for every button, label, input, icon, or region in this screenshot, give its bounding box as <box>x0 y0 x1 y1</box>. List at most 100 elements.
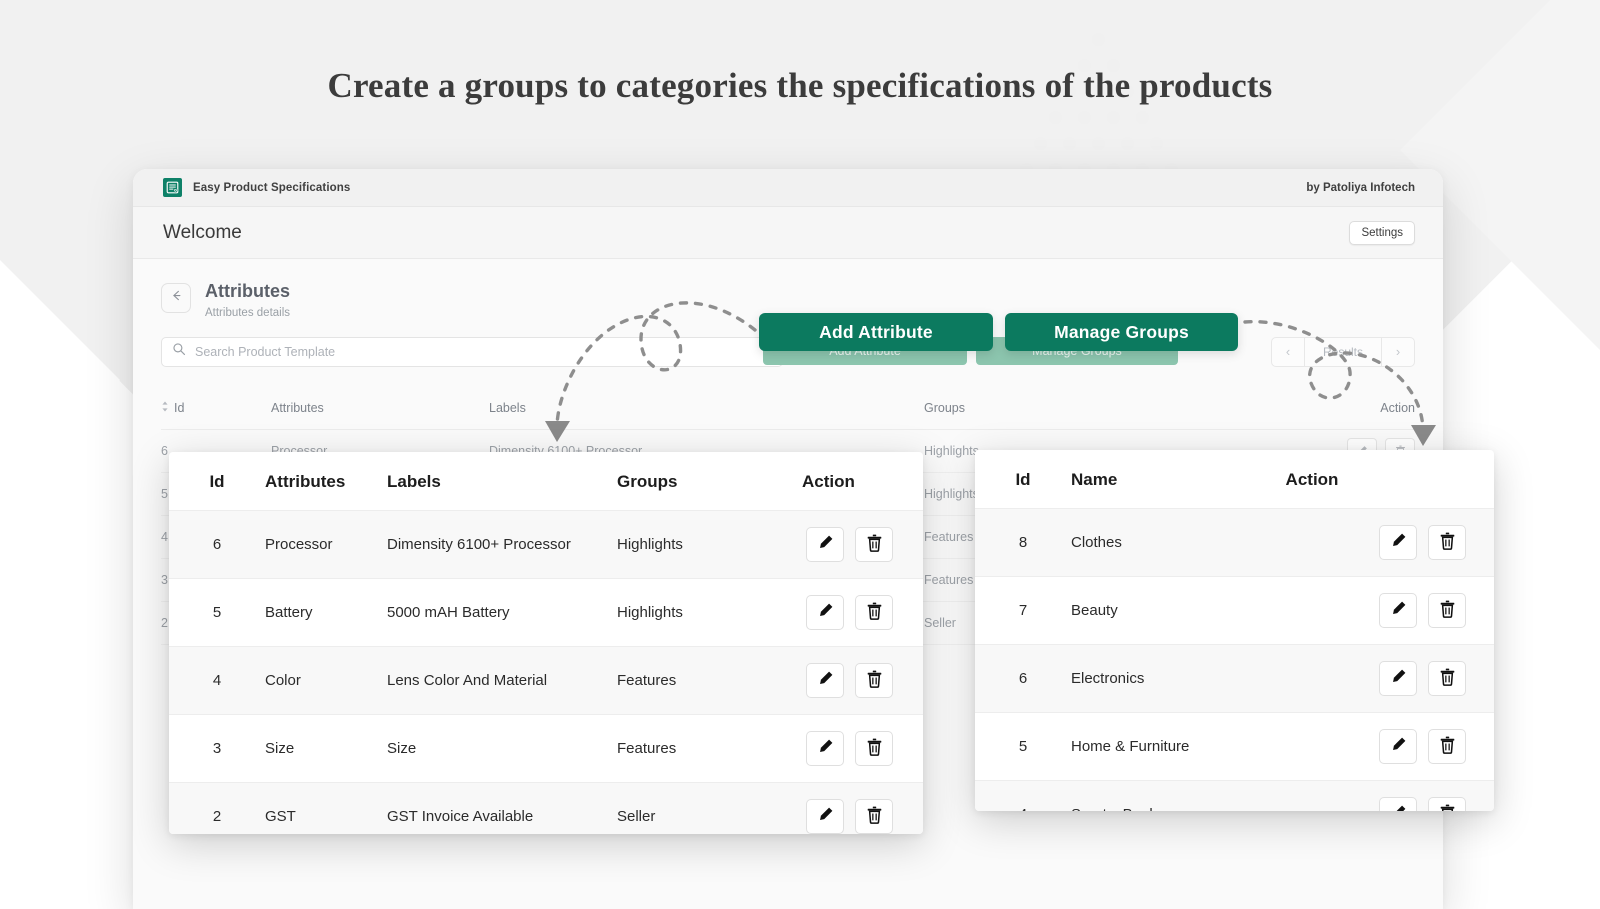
row-actions <box>1379 525 1466 560</box>
cell-action <box>802 511 923 579</box>
column-header-action: Action <box>802 452 923 511</box>
column-header-labels: Labels <box>387 452 617 511</box>
decorative-dot <box>1107 111 1120 124</box>
row-actions <box>806 799 893 834</box>
cell-action <box>802 579 923 647</box>
edit-row-button[interactable] <box>1379 661 1417 696</box>
trash-icon <box>1439 600 1456 622</box>
groups-table: Id Name Action 8Clothes7Beauty6Electroni… <box>975 450 1494 811</box>
table-row[interactable]: 2GSTGST Invoice AvailableSeller <box>169 783 923 835</box>
chevron-left-icon: ‹ <box>1286 344 1290 359</box>
edit-row-button[interactable] <box>1379 729 1417 764</box>
trash-icon <box>866 738 883 760</box>
delete-row-button[interactable] <box>1428 593 1466 628</box>
cell-label: Dimensity 6100+ Processor <box>387 511 617 579</box>
table-row[interactable]: 7Beauty <box>975 577 1494 645</box>
chevron-right-icon: › <box>1396 344 1400 359</box>
pencil-icon <box>817 806 834 827</box>
table-row[interactable]: 6ProcessorDimensity 6100+ ProcessorHighl… <box>169 511 923 579</box>
decorative-dot <box>1034 137 1047 150</box>
column-header-groups: Groups <box>617 452 802 511</box>
back-button[interactable] <box>161 283 191 313</box>
decorative-dot <box>1150 137 1163 150</box>
edit-row-button[interactable] <box>806 663 844 698</box>
edit-row-button[interactable] <box>806 799 844 834</box>
edit-row-button[interactable] <box>1379 797 1417 811</box>
table-header-row: Id Attributes Labels Groups Action <box>169 452 923 511</box>
pagination-next-button[interactable]: › <box>1381 337 1415 367</box>
cell-name: Home & Furniture <box>1071 713 1286 781</box>
row-actions <box>806 731 893 766</box>
pencil-icon <box>817 602 834 623</box>
search-input[interactable]: Search Product Template <box>161 337 783 367</box>
cell-id: 6 <box>975 645 1071 713</box>
row-actions <box>806 527 893 562</box>
pencil-icon <box>817 534 834 555</box>
pencil-icon <box>1390 532 1407 553</box>
delete-row-button[interactable] <box>1428 525 1466 560</box>
pencil-icon <box>1390 736 1407 757</box>
pagination-results-select[interactable]: Results <box>1305 337 1381 367</box>
cell-attribute: Processor <box>265 511 387 579</box>
table-row[interactable]: 6Electronics <box>975 645 1494 713</box>
edit-row-button[interactable] <box>1379 525 1417 560</box>
table-row[interactable]: 3SizeSizeFeatures <box>169 715 923 783</box>
pagination-prev-button[interactable]: ‹ <box>1271 337 1305 367</box>
column-header-id: Id <box>169 452 265 511</box>
cell-group: Highlights <box>617 579 802 647</box>
cell-group: Features <box>617 647 802 715</box>
edit-row-button[interactable] <box>806 731 844 766</box>
trash-icon <box>866 806 883 828</box>
delete-row-button[interactable] <box>855 731 893 766</box>
cell-id: 4 <box>169 647 265 715</box>
welcome-bar: Welcome Settings <box>133 207 1443 259</box>
cell-id: 2 <box>169 783 265 835</box>
page-heading: Attributes <box>205 281 290 303</box>
page-subheading: Attributes details <box>205 307 290 319</box>
cell-attribute: Size <box>265 715 387 783</box>
add-attribute-callout[interactable]: Add Attribute <box>759 313 993 351</box>
edit-row-button[interactable] <box>1379 593 1417 628</box>
cell-name: Electronics <box>1071 645 1286 713</box>
cell-id: 4 <box>975 781 1071 812</box>
edit-row-button[interactable] <box>806 595 844 630</box>
trash-icon <box>1439 804 1456 812</box>
trash-icon <box>1439 532 1456 554</box>
cell-action <box>802 715 923 783</box>
decorative-dot <box>1092 137 1105 150</box>
column-header-id[interactable]: Id <box>161 401 271 415</box>
page-title: Create a groups to categories the specif… <box>0 66 1600 106</box>
table-row[interactable]: 4Sports, Books <box>975 781 1494 812</box>
table-row[interactable]: 8Clothes <box>975 509 1494 577</box>
cell-id: 5 <box>975 713 1071 781</box>
pencil-icon <box>1390 600 1407 621</box>
row-actions <box>1379 593 1466 628</box>
edit-row-button[interactable] <box>806 527 844 562</box>
cell-action <box>802 647 923 715</box>
cell-name: Sports, Books <box>1071 781 1286 812</box>
table-row[interactable]: 5Battery5000 mAH BatteryHighlights <box>169 579 923 647</box>
cell-group: Highlights <box>617 511 802 579</box>
settings-button[interactable]: Settings <box>1349 221 1415 245</box>
table-row[interactable]: 5Home & Furniture <box>975 713 1494 781</box>
manage-groups-callout[interactable]: Manage Groups <box>1005 313 1238 351</box>
search-icon <box>172 342 186 361</box>
delete-row-button[interactable] <box>855 527 893 562</box>
cell-label: Lens Color And Material <box>387 647 617 715</box>
delete-row-button[interactable] <box>855 663 893 698</box>
brand-name: Easy Product Specifications <box>193 182 350 194</box>
column-header-action: Action <box>1286 450 1494 509</box>
row-actions <box>806 595 893 630</box>
brand: Easy Product Specifications <box>163 178 350 197</box>
decorative-dot <box>1121 137 1134 150</box>
delete-row-button[interactable] <box>1428 797 1466 811</box>
delete-row-button[interactable] <box>1428 729 1466 764</box>
row-actions <box>1379 661 1466 696</box>
table-row[interactable]: 4ColorLens Color And MaterialFeatures <box>169 647 923 715</box>
cell-action <box>1286 509 1494 577</box>
delete-row-button[interactable] <box>855 799 893 834</box>
cell-label: GST Invoice Available <box>387 783 617 835</box>
delete-row-button[interactable] <box>855 595 893 630</box>
delete-row-button[interactable] <box>1428 661 1466 696</box>
trash-icon <box>866 602 883 624</box>
